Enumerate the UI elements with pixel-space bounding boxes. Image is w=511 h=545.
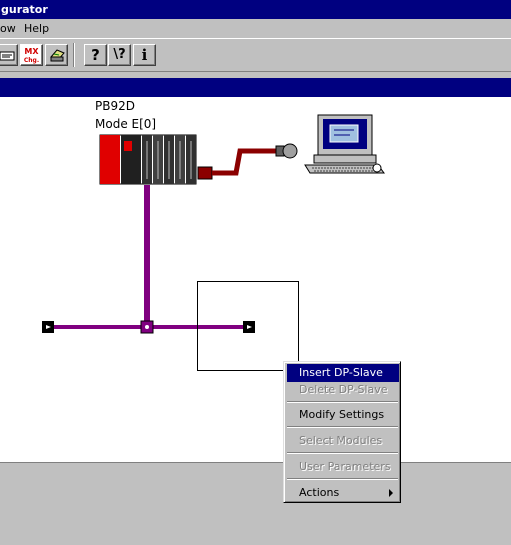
mx-chg-icon: MX Chg. [24, 47, 40, 64]
title-bar: gurator [0, 0, 511, 19]
menu-separator [287, 478, 398, 480]
menu-help[interactable]: Help [24, 19, 49, 38]
menu-delete-dp-slave[interactable]: Delete DP-Slave [287, 381, 399, 399]
print-button[interactable] [45, 44, 68, 66]
programming-cable [197, 143, 298, 180]
menu-select-modules[interactable]: Select Modules [287, 432, 399, 450]
help-button[interactable]: ? [84, 44, 107, 66]
bus-terminator-left [42, 321, 54, 333]
context-menu: Insert DP-Slave Delete DP-Slave Modify S… [283, 361, 401, 503]
mx-change-button[interactable]: MX Chg. [20, 44, 43, 66]
print-icon [49, 49, 65, 62]
network-diagram [42, 114, 385, 371]
menu-separator [287, 426, 398, 428]
context-help-icon: \? [113, 47, 126, 62]
info-icon: i [141, 46, 148, 64]
context-help-button[interactable]: \? [108, 44, 131, 66]
menu-separator [287, 452, 398, 454]
menu-user-parameters[interactable]: User Parameters [287, 458, 399, 476]
plc-rack-icon[interactable] [99, 134, 197, 185]
bus-junction [140, 320, 154, 334]
toolbar: MX Chg. ? \? i [0, 38, 511, 72]
menu-bar: ow Help [0, 19, 511, 38]
info-button[interactable]: i [133, 44, 156, 66]
doc-button[interactable] [0, 44, 18, 66]
network-canvas[interactable]: PB92D Mode E[0] [0, 97, 511, 462]
pc-terminal-icon[interactable] [304, 114, 385, 174]
status-area [0, 462, 511, 545]
plc-power-module [100, 135, 120, 184]
help-icon: ? [91, 46, 100, 64]
toolbar-separator [73, 43, 75, 67]
menu-window[interactable]: ow [0, 19, 16, 38]
menu-actions-label: Actions [299, 486, 340, 499]
caption-bar [0, 78, 511, 97]
menu-modify-settings[interactable]: Modify Settings [287, 406, 399, 424]
chg-label: Chg. [24, 57, 39, 64]
mx-label: MX [24, 47, 39, 56]
profibus-line[interactable] [48, 185, 250, 329]
submenu-arrow-icon [389, 489, 393, 497]
doc-icon [0, 51, 14, 61]
window-title: gurator [1, 3, 48, 16]
menu-insert-dp-slave[interactable]: Insert DP-Slave [287, 364, 399, 382]
bus-terminator-right [243, 321, 255, 333]
menu-separator [287, 401, 398, 403]
menu-actions[interactable]: Actions [287, 484, 399, 502]
